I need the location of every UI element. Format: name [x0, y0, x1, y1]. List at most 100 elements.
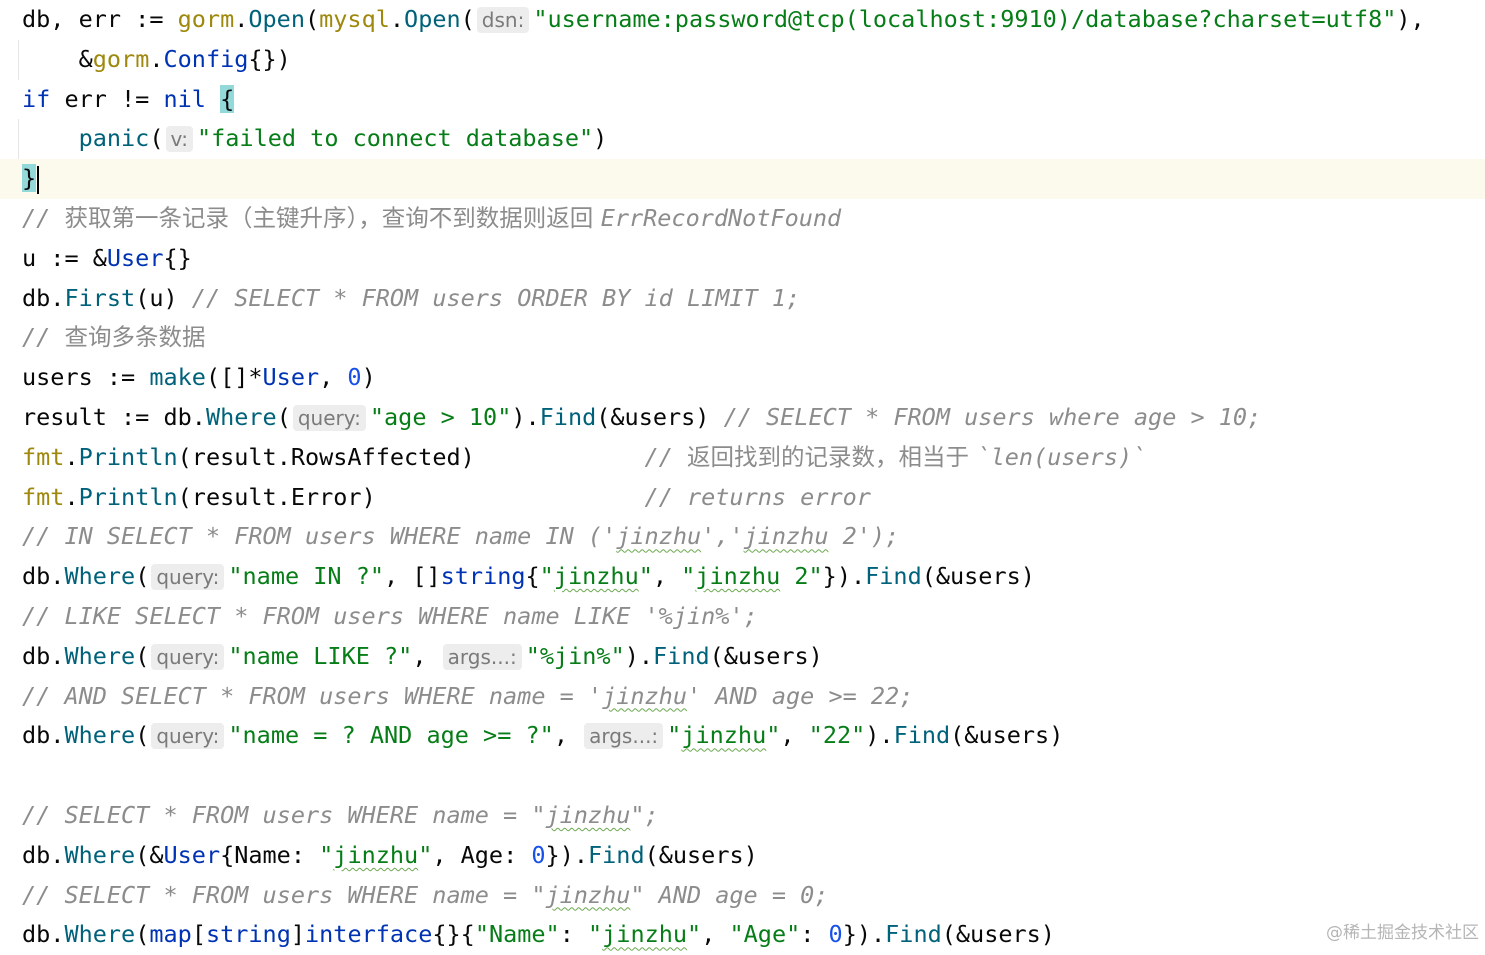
type-token: User [106, 243, 164, 272]
keyword-token: interface [305, 920, 433, 949]
code-token: , [553, 721, 583, 750]
code-token: , [319, 363, 348, 392]
code-token: db, err := [22, 5, 178, 33]
parameter-hint: args...: [442, 643, 522, 670]
keyword-token: nil [163, 84, 206, 113]
code-line[interactable]: users := make([]*User, 0) [0, 358, 1485, 398]
function-token: Println [78, 482, 178, 511]
code-line[interactable]: } [0, 159, 1485, 199]
comment-token: 获取第一条记录（主键升序），查询不到数据则返回 [64, 204, 601, 232]
string-token: "age > 10" [369, 403, 512, 431]
string-token: " [638, 562, 653, 591]
code-token: ). [624, 641, 654, 670]
type-token: User [262, 363, 320, 392]
code-line[interactable]: db.Where(query: "name = ? AND age >= ?", … [0, 716, 1485, 756]
code-line[interactable]: // 获取第一条记录（主键升序），查询不到数据则返回 ErrRecordNotF… [0, 199, 1485, 239]
code-token: (&users) [921, 562, 1035, 591]
code-token: db. [22, 721, 65, 750]
function-token: Where [64, 641, 136, 670]
comment-token: // SELECT * FROM users WHERE name = " [22, 801, 546, 829]
string-token: "name = ? AND age >= ?" [228, 721, 554, 750]
code-line[interactable]: if err != nil { [0, 80, 1485, 120]
function-token: make [149, 363, 206, 392]
code-line[interactable]: fmt.Println(result.Error) // returns err… [0, 478, 1485, 518]
code-token: }). [842, 920, 886, 949]
code-line[interactable]: db.Where(map[string]interface{}{"Name": … [0, 915, 1485, 955]
comment-token: // SELECT * FROM users ORDER BY id LIMIT… [191, 283, 801, 312]
code-line[interactable]: panic(v: "failed to connect database") [0, 119, 1485, 159]
string-token: 2" [780, 562, 823, 591]
string-token: "username:password@tcp(localhost:9910)/d… [533, 5, 1397, 33]
comment-token: " AND age = 0; [630, 880, 829, 909]
code-token: u := & [22, 243, 107, 272]
type-token: User [163, 840, 221, 869]
text-caret [37, 165, 40, 194]
code-token: err != [50, 84, 164, 113]
code-token: {}) [248, 44, 291, 73]
function-token: Find [588, 840, 645, 869]
comment-token: // LIKE SELECT * FROM users WHERE name L… [22, 602, 758, 630]
code-token: , [780, 721, 809, 750]
code-line[interactable]: db.Where(query: "name IN ?", []string{"ji… [0, 557, 1485, 597]
string-token: jinzhu [681, 721, 767, 750]
code-token: ( [149, 124, 164, 153]
code-editor[interactable]: db, err := gorm.Open(mysql.Open(dsn: "use… [0, 0, 1485, 948]
code-line[interactable]: // AND SELECT * FROM users WHERE name = … [0, 677, 1485, 717]
function-token: Find [893, 721, 951, 750]
string-token: "name LIKE ?" [228, 641, 413, 670]
string-token: "%jin%" [525, 641, 625, 670]
code-token: ), [1396, 5, 1425, 33]
keyword-token: if [22, 84, 51, 113]
comment-token: ',' [701, 522, 744, 551]
code-token: & [22, 44, 93, 73]
code-line[interactable]: // SELECT * FROM users WHERE name = "jin… [0, 876, 1485, 916]
code-token: (&users) [941, 920, 1055, 949]
string-token: "name IN ?" [228, 562, 385, 591]
function-token: panic [78, 124, 150, 153]
code-line[interactable]: // LIKE SELECT * FROM users WHERE name L… [0, 597, 1485, 637]
code-token: {Name: [220, 840, 320, 869]
function-token: Where [64, 920, 136, 949]
code-token: : [800, 920, 829, 949]
code-line[interactable]: &gorm.Config{}) [0, 40, 1485, 80]
code-line[interactable]: db.Where(query: "name LIKE ?", args...: "%… [0, 637, 1485, 677]
code-token: ( [276, 403, 291, 431]
comment-token: // [22, 323, 65, 352]
function-token: Find [865, 562, 922, 591]
string-token: " [681, 562, 696, 591]
code-token: ( [304, 5, 320, 33]
code-token: (u) [135, 283, 192, 312]
code-line[interactable]: db.First(u) // SELECT * FROM users ORDER… [0, 279, 1485, 319]
comment-token: // AND SELECT * FROM users WHERE name = … [22, 681, 603, 710]
code-token: ). [511, 403, 540, 431]
code-token: {} [163, 243, 192, 272]
function-token: Where [64, 721, 136, 750]
code-token: db. [22, 641, 65, 670]
keyword-token: string [205, 920, 291, 949]
code-token: , [412, 641, 441, 670]
code-token: (result.Error) [177, 482, 645, 511]
string-token: "Age" [729, 920, 801, 949]
string-token: " [667, 721, 682, 750]
comment-token: ErrRecordNotFound [600, 204, 842, 232]
code-token: : [559, 920, 588, 949]
code-line[interactable]: fmt.Println(result.RowsAffected) // 返回找到… [0, 438, 1485, 478]
type-token: Config [163, 44, 249, 73]
code-line[interactable]: // IN SELECT * FROM users WHERE name IN … [0, 517, 1485, 557]
string-token: "failed to connect database" [196, 124, 594, 153]
string-token: "22" [808, 721, 866, 750]
code-line[interactable]: result := db.Where(query: "age > 10").Fin… [0, 398, 1485, 438]
code-line[interactable]: db.Where(&User{Name: "jinzhu", Age: 0}).… [0, 836, 1485, 876]
code-line[interactable] [0, 756, 1485, 796]
package-token: mysql [319, 5, 390, 33]
string-token: jinzhu [553, 562, 639, 591]
function-token: Open [404, 5, 461, 33]
code-line[interactable]: // SELECT * FROM users WHERE name = "jin… [0, 796, 1485, 836]
code-line[interactable]: u := &User{} [0, 239, 1485, 279]
code-line[interactable]: db, err := gorm.Open(mysql.Open(dsn: "use… [0, 0, 1485, 40]
string-token: " [766, 721, 781, 750]
parameter-hint: v: [165, 126, 193, 153]
parameter-hint: query: [151, 723, 225, 750]
code-line[interactable]: // 查询多条数据 [0, 318, 1485, 358]
